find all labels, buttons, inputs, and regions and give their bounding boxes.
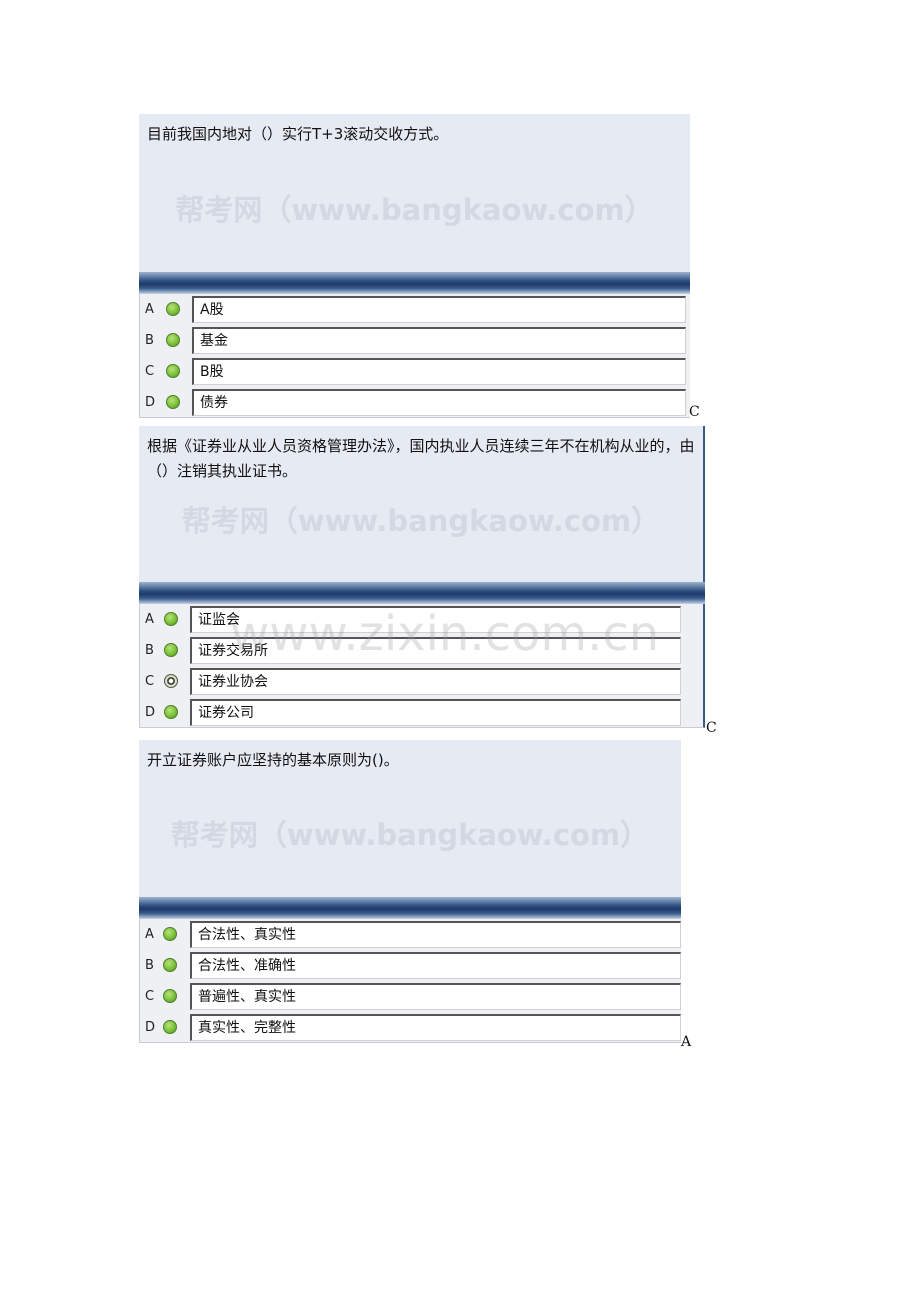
option-d[interactable]: D 债券 [140,387,690,417]
options-list: A 合法性、真实性 B 合法性、准确性 C 普遍性、真实性 D 真实性、完整性 [139,919,681,1043]
option-text: 合法性、准确性 [190,952,681,979]
question-panel: 开立证券账户应坚持的基本原则为()。 帮考网（www.bangkaow.com） [139,740,681,897]
option-letter: A [145,927,154,942]
radio-button[interactable] [166,302,180,316]
option-letter: D [145,705,156,720]
question-card-2: 根据《证券业从业人员资格管理办法》，国内执业人员连续三年不在机构从业的，由（）注… [139,426,705,728]
option-letter: C [145,364,155,379]
option-text: B股 [192,358,686,385]
radio-button[interactable] [166,364,180,378]
panel-watermark: 帮考网（www.bangkaow.com） [170,818,650,852]
option-text: 证券公司 [190,699,681,726]
option-letter: D [145,395,156,410]
option-a[interactable]: A A股 [140,294,690,325]
divider-bar [139,582,705,604]
radio-button[interactable] [163,927,177,941]
option-text: 真实性、完整性 [190,1014,681,1041]
answer-label: C [706,720,717,736]
option-letter: B [145,643,154,658]
option-letter: C [145,674,155,689]
option-d[interactable]: D 真实性、完整性 [140,1012,681,1042]
question-panel: 根据《证券业从业人员资格管理办法》，国内执业人员连续三年不在机构从业的，由（）注… [139,426,705,582]
option-text: 合法性、真实性 [190,921,681,948]
option-text: 基金 [192,327,686,354]
question-text: 开立证券账户应坚持的基本原则为()。 [147,751,399,769]
radio-button[interactable] [164,705,178,719]
question-card-1: 目前我国内地对（）实行T+3滚动交收方式。 帮考网（www.bangkaow.c… [139,114,690,418]
option-b[interactable]: B 基金 [140,325,690,356]
option-text: 债券 [192,389,686,416]
radio-button-selected[interactable] [164,674,178,688]
radio-button[interactable] [163,989,177,1003]
option-d[interactable]: D 证券公司 [140,697,703,727]
option-c[interactable]: C 证券业协会 [140,666,703,697]
panel-watermark: 帮考网（www.bangkaow.com） [175,193,654,227]
radio-button[interactable] [163,958,177,972]
radio-button[interactable] [166,395,180,409]
question-text: 目前我国内地对（）实行T+3滚动交收方式。 [147,125,449,143]
option-letter: A [145,302,154,317]
option-letter: A [145,612,154,627]
option-letter: B [145,333,154,348]
question-panel: 目前我国内地对（）实行T+3滚动交收方式。 帮考网（www.bangkaow.c… [139,114,690,272]
option-letter: C [145,989,155,1004]
option-text: 普遍性、真实性 [190,983,681,1010]
answer-label: A [681,1034,692,1050]
option-text: A股 [192,296,686,323]
question-card-3: 开立证券账户应坚持的基本原则为()。 帮考网（www.bangkaow.com）… [139,740,681,1043]
option-c[interactable]: C 普遍性、真实性 [140,981,681,1012]
option-b[interactable]: B 合法性、准确性 [140,950,681,981]
radio-button[interactable] [166,333,180,347]
option-a[interactable]: A 合法性、真实性 [140,919,681,950]
radio-button[interactable] [164,643,178,657]
options-list: A A股 B 基金 C B股 D 债券 [139,294,690,418]
panel-watermark: 帮考网（www.bangkaow.com） [181,504,661,538]
option-text: 证券业协会 [190,668,681,695]
divider-bar [139,897,681,919]
radio-button[interactable] [164,612,178,626]
option-letter: B [145,958,154,973]
page-watermark: www.zixin.com.cn [230,606,660,662]
option-letter: D [145,1020,156,1035]
answer-label: C [689,404,700,420]
option-c[interactable]: C B股 [140,356,690,387]
question-text: 根据《证券业从业人员资格管理办法》，国内执业人员连续三年不在机构从业的，由（）注… [147,437,695,480]
radio-button[interactable] [163,1020,177,1034]
divider-bar [139,272,690,294]
